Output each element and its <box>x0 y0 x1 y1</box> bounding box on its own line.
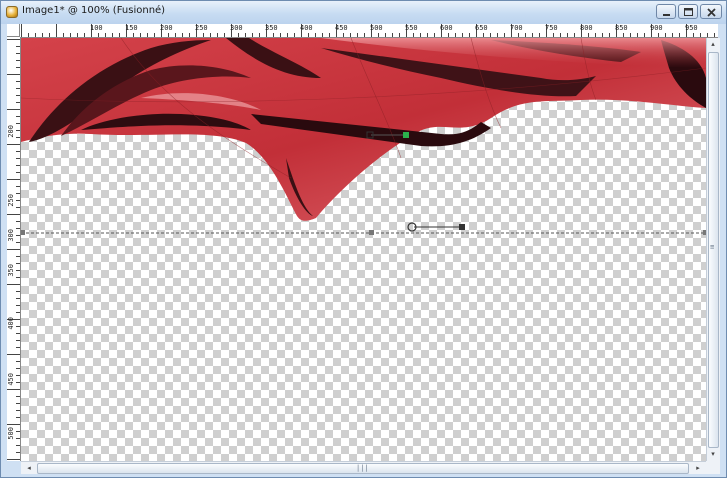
ruler-label-left: 400 <box>7 317 15 330</box>
close-icon <box>707 8 716 17</box>
ruler-label-top: 600 <box>440 24 453 32</box>
guide-handle[interactable] <box>369 230 374 235</box>
ruler-label-top: 450 <box>335 24 348 32</box>
ruler-label-top: 500 <box>370 24 383 32</box>
horizontal-ruler: 100 150 200 250 300 350 400 450 500 550 … <box>7 24 718 38</box>
scroll-up-button[interactable]: ▴ <box>707 38 719 50</box>
ruler-label-top: 150 <box>125 24 138 32</box>
ruler-corner <box>7 24 20 37</box>
title-bar[interactable]: Image1* @ 100% (Fusionné) <box>1 1 726 24</box>
pivot-handle-end[interactable] <box>459 224 465 230</box>
ruler-label-left: 350 <box>7 264 15 277</box>
ruler-label-top: 850 <box>615 24 628 32</box>
maximize-button[interactable] <box>678 4 698 19</box>
scroll-down-button[interactable]: ▾ <box>707 448 719 460</box>
resize-grip[interactable] <box>706 461 720 474</box>
vertical-ruler: 200 250 300 350 400 450 500 <box>7 37 21 461</box>
document-icon <box>6 6 18 18</box>
ruler-label-top: 950 <box>685 24 698 32</box>
ruler-label-left: 450 <box>7 373 15 386</box>
ruler-label-top: 550 <box>405 24 418 32</box>
horizontal-ruler-ticks <box>21 24 715 37</box>
horizontal-scrollbar[interactable]: ◂ ||| ▸ <box>21 461 706 474</box>
image-document-window: Image1* @ 100% (Fusionné) 100 150 200 25… <box>0 0 727 478</box>
ruler-label-left: 250 <box>7 194 15 207</box>
ruler-label-top: 800 <box>580 24 593 32</box>
rotation-handle-end[interactable] <box>403 132 409 138</box>
horizontal-scroll-thumb[interactable]: ||| <box>37 463 689 474</box>
minimize-icon <box>663 14 670 16</box>
vertical-scrollbar[interactable]: ▴ ≡ ▾ <box>706 38 720 461</box>
ruler-label-left: 300 <box>7 229 15 242</box>
scroll-left-button[interactable]: ◂ <box>23 462 35 474</box>
ruler-label-top: 650 <box>475 24 488 32</box>
minimize-button[interactable] <box>656 4 676 19</box>
vertical-scroll-thumb[interactable]: ≡ <box>708 52 719 448</box>
ruler-label-top: 350 <box>265 24 278 32</box>
artwork-layer[interactable] <box>21 38 706 461</box>
ruler-label-top: 900 <box>650 24 663 32</box>
scroll-grip: ≡ <box>710 243 715 251</box>
ruler-label-top: 100 <box>90 24 103 32</box>
ruler-label-top: 200 <box>160 24 173 32</box>
ruler-label-top: 400 <box>300 24 313 32</box>
vertical-ruler-ticks <box>7 39 20 460</box>
close-button[interactable] <box>700 4 722 19</box>
ruler-label-left: 200 <box>7 125 15 138</box>
window-controls <box>656 4 722 20</box>
ruler-label-top: 700 <box>510 24 523 32</box>
image-canvas[interactable] <box>21 38 706 461</box>
scroll-right-button[interactable]: ▸ <box>692 462 704 474</box>
maximize-icon <box>684 8 693 16</box>
scroll-grip: ||| <box>356 464 369 472</box>
ruler-label-top: 250 <box>195 24 208 32</box>
guide-handle[interactable] <box>21 230 25 235</box>
ruler-label-top: 300 <box>230 24 243 32</box>
ruler-label-left: 500 <box>7 427 15 440</box>
ruler-label-top: 750 <box>545 24 558 32</box>
window-title: Image1* @ 100% (Fusionné) <box>22 5 166 16</box>
